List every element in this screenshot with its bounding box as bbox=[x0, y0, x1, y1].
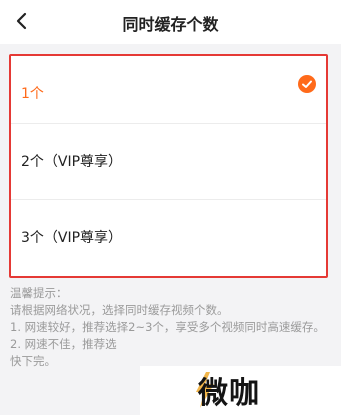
tips: 温馨提示： 请根据网络状况，选择同时缓存视频个数。 1. 网速较好，推荐选择2~… bbox=[10, 285, 335, 370]
option-label: 3个（VIP尊享） bbox=[21, 230, 123, 246]
nav-bar: 同时缓存个数 bbox=[0, 0, 341, 44]
watermark-text: 微咖 bbox=[198, 376, 260, 411]
option-label: 1个 bbox=[21, 86, 44, 102]
option-3[interactable]: 3个（VIP尊享） bbox=[11, 200, 326, 274]
cache-count-options: 1个 2个（VIP尊享） 3个（VIP尊享） bbox=[9, 54, 328, 278]
tips-heading: 温馨提示： bbox=[10, 286, 68, 300]
check-icon bbox=[298, 75, 316, 93]
option-label: 2个（VIP尊享） bbox=[21, 154, 123, 170]
page-title: 同时缓存个数 bbox=[122, 15, 219, 34]
tips-line: 1. 网速较好，推荐选择2~3个，享受多个视频同时高速缓存。 bbox=[10, 320, 325, 334]
option-1[interactable]: 1个 bbox=[11, 56, 326, 130]
tips-line: 2. 网速不佳，推荐选 bbox=[10, 337, 117, 351]
option-2[interactable]: 2个（VIP尊享） bbox=[11, 124, 326, 198]
tips-line: 请根据网络状况，选择同时缓存视频个数。 bbox=[10, 303, 229, 317]
watermark: 微咖 bbox=[140, 366, 341, 415]
